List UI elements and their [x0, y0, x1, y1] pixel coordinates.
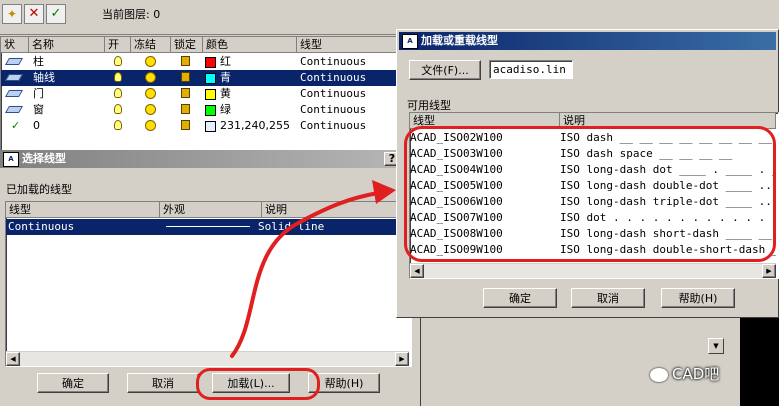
annotation-arrow [230, 180, 396, 358]
wechat-icon [650, 367, 668, 382]
annotation-arrow-curve [230, 191, 380, 358]
watermark-text: CAD吧 [672, 365, 720, 383]
watermark: CAD吧 [650, 362, 719, 386]
annotation-arrow-head [372, 180, 396, 204]
